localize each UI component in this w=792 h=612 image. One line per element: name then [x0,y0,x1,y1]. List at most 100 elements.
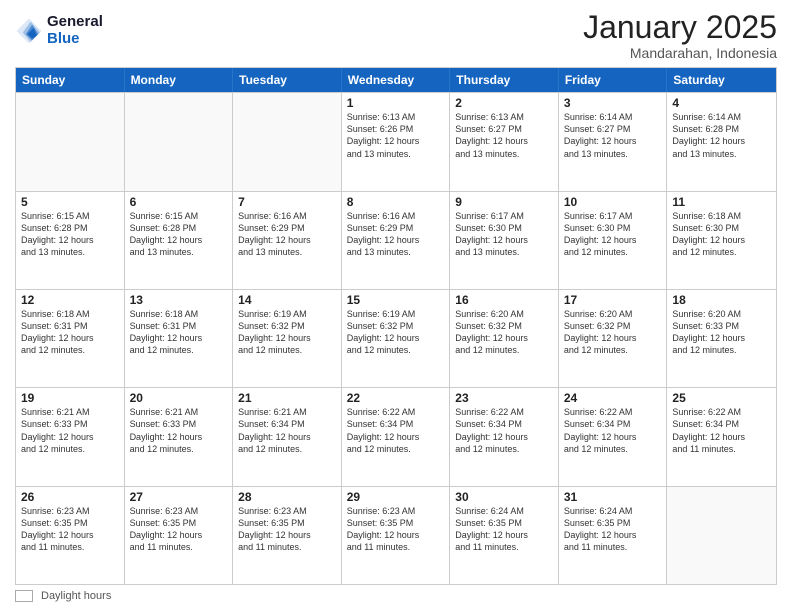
day-number: 31 [564,490,662,504]
cal-cell: 16Sunrise: 6:20 AM Sunset: 6:32 PM Dayli… [450,290,559,387]
day-number: 7 [238,195,336,209]
footer-label: Daylight hours [41,590,111,602]
day-number: 29 [347,490,445,504]
day-number: 5 [21,195,119,209]
cal-cell: 1Sunrise: 6:13 AM Sunset: 6:26 PM Daylig… [342,93,451,190]
cell-detail: Sunrise: 6:22 AM Sunset: 6:34 PM Dayligh… [672,406,771,455]
cal-cell: 25Sunrise: 6:22 AM Sunset: 6:34 PM Dayli… [667,388,776,485]
day-number: 10 [564,195,662,209]
cal-cell: 9Sunrise: 6:17 AM Sunset: 6:30 PM Daylig… [450,192,559,289]
cell-detail: Sunrise: 6:22 AM Sunset: 6:34 PM Dayligh… [347,406,445,455]
cell-detail: Sunrise: 6:14 AM Sunset: 6:27 PM Dayligh… [564,111,662,160]
calendar: SundayMondayTuesdayWednesdayThursdayFrid… [15,67,777,585]
cal-cell: 30Sunrise: 6:24 AM Sunset: 6:35 PM Dayli… [450,487,559,584]
logo: General Blue [15,14,103,47]
cal-cell: 27Sunrise: 6:23 AM Sunset: 6:35 PM Dayli… [125,487,234,584]
day-number: 23 [455,391,553,405]
cal-cell: 20Sunrise: 6:21 AM Sunset: 6:33 PM Dayli… [125,388,234,485]
week-row-4: 19Sunrise: 6:21 AM Sunset: 6:33 PM Dayli… [16,387,776,485]
cell-detail: Sunrise: 6:19 AM Sunset: 6:32 PM Dayligh… [347,308,445,357]
day-of-week-wednesday: Wednesday [342,68,451,92]
cal-cell: 7Sunrise: 6:16 AM Sunset: 6:29 PM Daylig… [233,192,342,289]
page: General Blue January 2025 Mandarahan, In… [0,0,792,612]
week-row-1: 1Sunrise: 6:13 AM Sunset: 6:26 PM Daylig… [16,92,776,190]
cell-detail: Sunrise: 6:20 AM Sunset: 6:33 PM Dayligh… [672,308,771,357]
cal-cell: 11Sunrise: 6:18 AM Sunset: 6:30 PM Dayli… [667,192,776,289]
cal-cell [667,487,776,584]
cal-cell: 19Sunrise: 6:21 AM Sunset: 6:33 PM Dayli… [16,388,125,485]
cell-detail: Sunrise: 6:20 AM Sunset: 6:32 PM Dayligh… [564,308,662,357]
cell-detail: Sunrise: 6:14 AM Sunset: 6:28 PM Dayligh… [672,111,771,160]
day-number: 2 [455,96,553,110]
day-number: 30 [455,490,553,504]
day-number: 19 [21,391,119,405]
cell-detail: Sunrise: 6:18 AM Sunset: 6:30 PM Dayligh… [672,210,771,259]
cell-detail: Sunrise: 6:15 AM Sunset: 6:28 PM Dayligh… [21,210,119,259]
cal-cell: 18Sunrise: 6:20 AM Sunset: 6:33 PM Dayli… [667,290,776,387]
calendar-body: 1Sunrise: 6:13 AM Sunset: 6:26 PM Daylig… [16,92,776,584]
day-number: 14 [238,293,336,307]
day-number: 15 [347,293,445,307]
cell-detail: Sunrise: 6:16 AM Sunset: 6:29 PM Dayligh… [347,210,445,259]
cal-cell [125,93,234,190]
month-year: January 2025 [583,10,777,45]
day-number: 3 [564,96,662,110]
cell-detail: Sunrise: 6:13 AM Sunset: 6:27 PM Dayligh… [455,111,553,160]
day-number: 25 [672,391,771,405]
cell-detail: Sunrise: 6:13 AM Sunset: 6:26 PM Dayligh… [347,111,445,160]
day-number: 27 [130,490,228,504]
cal-cell: 4Sunrise: 6:14 AM Sunset: 6:28 PM Daylig… [667,93,776,190]
cal-cell: 15Sunrise: 6:19 AM Sunset: 6:32 PM Dayli… [342,290,451,387]
cell-detail: Sunrise: 6:21 AM Sunset: 6:33 PM Dayligh… [21,406,119,455]
calendar-header: SundayMondayTuesdayWednesdayThursdayFrid… [16,68,776,92]
day-number: 24 [564,391,662,405]
header: General Blue January 2025 Mandarahan, In… [15,10,777,61]
cell-detail: Sunrise: 6:21 AM Sunset: 6:33 PM Dayligh… [130,406,228,455]
footer: Daylight hours [15,590,777,602]
day-number: 20 [130,391,228,405]
cal-cell: 31Sunrise: 6:24 AM Sunset: 6:35 PM Dayli… [559,487,668,584]
day-number: 28 [238,490,336,504]
cell-detail: Sunrise: 6:22 AM Sunset: 6:34 PM Dayligh… [564,406,662,455]
title-block: January 2025 Mandarahan, Indonesia [583,10,777,61]
day-number: 1 [347,96,445,110]
cal-cell: 23Sunrise: 6:22 AM Sunset: 6:34 PM Dayli… [450,388,559,485]
cell-detail: Sunrise: 6:23 AM Sunset: 6:35 PM Dayligh… [238,505,336,554]
cell-detail: Sunrise: 6:16 AM Sunset: 6:29 PM Dayligh… [238,210,336,259]
day-number: 26 [21,490,119,504]
week-row-3: 12Sunrise: 6:18 AM Sunset: 6:31 PM Dayli… [16,289,776,387]
daylight-swatch [15,590,33,602]
cell-detail: Sunrise: 6:18 AM Sunset: 6:31 PM Dayligh… [130,308,228,357]
day-of-week-monday: Monday [125,68,234,92]
day-of-week-saturday: Saturday [667,68,776,92]
day-number: 9 [455,195,553,209]
logo-icon [15,17,43,45]
logo-text: General Blue [47,14,103,47]
cal-cell: 5Sunrise: 6:15 AM Sunset: 6:28 PM Daylig… [16,192,125,289]
cal-cell: 12Sunrise: 6:18 AM Sunset: 6:31 PM Dayli… [16,290,125,387]
day-number: 13 [130,293,228,307]
cal-cell: 2Sunrise: 6:13 AM Sunset: 6:27 PM Daylig… [450,93,559,190]
day-of-week-friday: Friday [559,68,668,92]
week-row-5: 26 Sunrise: 6:23 AM Sunset: 6:35 PM Dayli… [16,486,776,584]
day-of-week-thursday: Thursday [450,68,559,92]
cell-detail: Sunrise: 6:23 AM Sunset: 6:35 PM Dayligh… [130,505,228,554]
day-number: 6 [130,195,228,209]
cal-cell [16,93,125,190]
cal-cell: 24Sunrise: 6:22 AM Sunset: 6:34 PM Dayli… [559,388,668,485]
day-number: 8 [347,195,445,209]
day-number: 21 [238,391,336,405]
cell-detail: Sunrise: 6:18 AM Sunset: 6:31 PM Dayligh… [21,308,119,357]
day-number: 17 [564,293,662,307]
cal-cell: 21Sunrise: 6:21 AM Sunset: 6:34 PM Dayli… [233,388,342,485]
cell-detail: Sunrise: 6:15 AM Sunset: 6:28 PM Dayligh… [130,210,228,259]
cell-detail: Sunrise: 6:17 AM Sunset: 6:30 PM Dayligh… [564,210,662,259]
cell-detail: Sunrise: 6:20 AM Sunset: 6:32 PM Dayligh… [455,308,553,357]
cal-cell: 29Sunrise: 6:23 AM Sunset: 6:35 PM Dayli… [342,487,451,584]
cell-detail: Sunrise: 6:23 AM Sunset: 6:35 PM Dayligh… [347,505,445,554]
cell-detail: Sunrise: 6:24 AM Sunset: 6:35 PM Dayligh… [564,505,662,554]
cal-cell: 8Sunrise: 6:16 AM Sunset: 6:29 PM Daylig… [342,192,451,289]
cal-cell: 22Sunrise: 6:22 AM Sunset: 6:34 PM Dayli… [342,388,451,485]
day-number: 12 [21,293,119,307]
cal-cell: 13Sunrise: 6:18 AM Sunset: 6:31 PM Dayli… [125,290,234,387]
